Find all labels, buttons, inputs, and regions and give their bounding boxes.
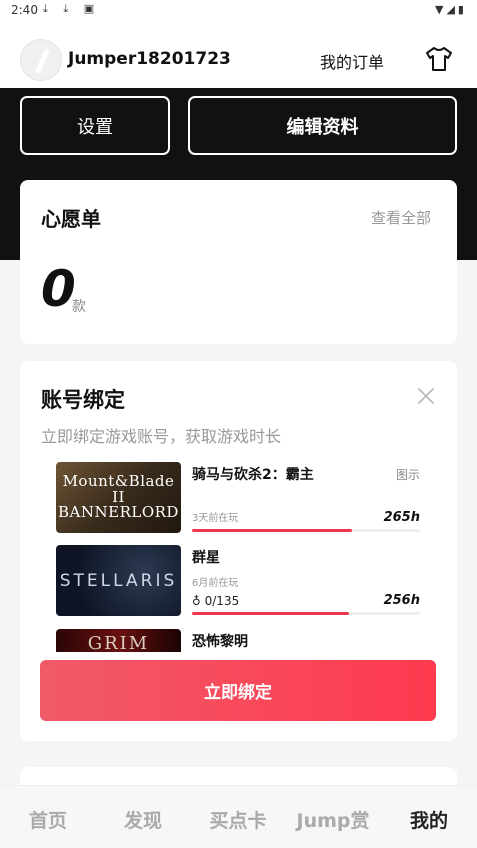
list-item: STELLARIS 群星 6月前在玩 ♁ 0/135 256h (56, 545, 422, 619)
status-time: 2:40 (11, 3, 38, 17)
bind-now-button[interactable]: 立即绑定 (40, 660, 436, 721)
my-orders-link[interactable]: 我的订单 (320, 49, 384, 73)
game-name: 骑马与砍杀2：霸主 (192, 467, 314, 483)
shirt-icon[interactable] (425, 46, 453, 72)
tab-jump-reward[interactable]: Jump赏 (288, 806, 378, 833)
trophy-icon: ♁ (192, 594, 201, 608)
system-icons: ▼◢▮ (435, 3, 467, 16)
game-name: 恐怖黎明 (192, 634, 248, 650)
tab-home[interactable]: 首页 (3, 806, 93, 833)
game-cover: STELLARIS (56, 545, 181, 616)
account-binding-title: 账号绑定 (41, 388, 125, 412)
tab-discover[interactable]: 发现 (98, 806, 188, 833)
game-cover: GRIM (56, 629, 181, 652)
tab-mine[interactable]: 我的 (384, 806, 474, 833)
account-binding-card: 账号绑定 立即绑定游戏账号，获取游戏时长 Mount&Blade II BANN… (20, 361, 457, 741)
last-played: 3天前在玩 (192, 513, 239, 524)
game-list: Mount&Blade II BANNERLORD 骑马与砍杀2：霸主 图示 3… (56, 462, 422, 652)
progress-fill (192, 529, 352, 532)
play-hours: 256h (383, 593, 420, 608)
achievements-count: 0/135 (204, 594, 240, 608)
achievements: ♁ 0/135 (192, 594, 239, 608)
profile-header: Jumper18201723 我的订单 (0, 22, 477, 88)
wishlist-count: 0 (41, 260, 76, 318)
progress-bar (192, 612, 420, 615)
wishlist-count-unit: 款 (72, 299, 86, 315)
wishlist-title: 心愿单 (41, 207, 101, 231)
progress-bar (192, 529, 420, 532)
game-name: 群星 (192, 550, 220, 566)
progress-fill (192, 612, 350, 615)
status-bar: 2:40 ⤓ ⤓ ▣ ▼◢▮ (0, 0, 477, 22)
edit-profile-button[interactable]: 编辑资料 (188, 96, 457, 155)
game-tag: 图示 (395, 468, 420, 482)
wishlist-card[interactable]: 心愿单 查看全部 0 款 (20, 180, 457, 344)
list-item: Mount&Blade II BANNERLORD 骑马与砍杀2：霸主 图示 3… (56, 462, 422, 536)
tab-buy-cards[interactable]: 买点卡 (193, 806, 283, 833)
username: Jumper18201723 (68, 49, 231, 69)
settings-button[interactable]: 设置 (20, 96, 170, 155)
close-icon[interactable] (417, 387, 435, 405)
list-item: GRIM 恐怖黎明 (56, 629, 422, 652)
notification-icons: ⤓ ⤓ ▣ (43, 2, 101, 15)
play-hours: 265h (383, 510, 420, 525)
avatar[interactable] (20, 39, 62, 81)
bottom-tab-bar: 首页 发现 买点卡 Jump赏 我的 (0, 785, 477, 848)
view-all-link[interactable]: 查看全部 (371, 207, 431, 228)
last-played: 6月前在玩 (192, 578, 239, 589)
account-binding-subtitle: 立即绑定游戏账号，获取游戏时长 (41, 427, 282, 446)
game-cover: Mount&Blade II BANNERLORD (56, 462, 181, 533)
